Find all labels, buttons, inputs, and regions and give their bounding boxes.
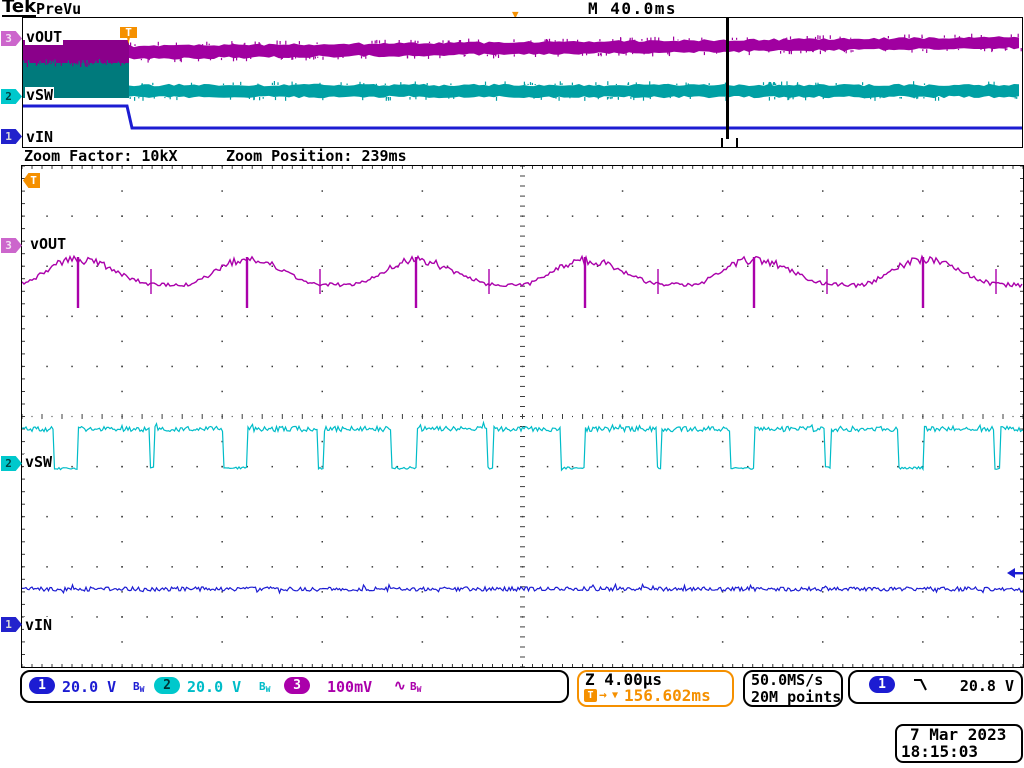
tek-logo: Tek <box>2 0 36 17</box>
ch1-badge[interactable]: 1 <box>29 677 55 694</box>
overview-window <box>22 17 1023 148</box>
ch2-bandwidth-icon: BW <box>259 680 270 694</box>
main-timebase-readout: M 40.0ms <box>560 0 705 18</box>
ch3-badge[interactable]: 3 <box>284 677 310 694</box>
overview-vout-label: vOUT <box>25 29 63 45</box>
zoom-ch3-marker[interactable]: 3 <box>1 238 22 253</box>
arrow-right-icon: → <box>599 688 607 703</box>
zoom-window <box>21 165 1024 668</box>
acquisition-mode: PreVu <box>36 0 81 18</box>
zoom-waveforms <box>22 166 1023 667</box>
zoom-factor-readout: Zoom Factor: 10kX <box>24 147 178 165</box>
oscilloscope-screen: Tek PreVu M 40.0ms ▼ 3 2 1 vOUT vSW vIN … <box>0 0 1024 768</box>
trigger-source-badge: 1 <box>869 676 895 693</box>
zoom-position-line[interactable] <box>726 18 729 139</box>
trigger-slope-falling-icon <box>911 677 931 693</box>
time-readout: 18:15:03 <box>901 744 978 760</box>
ch2-badge[interactable]: 2 <box>154 677 180 694</box>
zoom-ch2-marker[interactable]: 2 <box>1 456 22 471</box>
zoom-delay-readout: 156.602ms <box>624 688 711 704</box>
ch1-bandwidth-icon: BW <box>133 680 144 694</box>
overview-vin-label: vIN <box>25 129 54 145</box>
record-length-readout: 20M points <box>751 689 841 705</box>
triangle-down-icon: ▼ <box>612 690 618 701</box>
overview-vsw-label: vSW <box>25 87 54 103</box>
zoom-ch1-marker[interactable]: 1 <box>1 617 22 632</box>
ch1-scale-readout[interactable]: 20.0 V <box>62 679 116 695</box>
sample-rate-readout: 50.0MS/s <box>751 672 823 688</box>
ch3-bandwidth-icon: BW <box>410 680 421 694</box>
zoom-delay-trigger-icon: T <box>584 689 597 702</box>
date-readout: 7 Mar 2023 <box>910 727 1006 743</box>
ch3-scale-readout[interactable]: 100mV <box>327 679 372 695</box>
ch1-reference-arrow-icon[interactable] <box>1005 567 1023 579</box>
overview-ch3-marker[interactable]: 3 <box>1 31 22 46</box>
overview-ch1-marker[interactable]: 1 <box>1 129 22 144</box>
zoom-vin-label: vIN <box>24 617 53 633</box>
overview-waveforms <box>23 18 1022 147</box>
overview-ch2-marker[interactable]: 2 <box>1 89 22 104</box>
ch2-scale-readout[interactable]: 20.0 V <box>187 679 241 695</box>
trigger-level-readout: 20.8 V <box>938 678 1014 694</box>
zoom-position-readout: Zoom Position: 239ms <box>226 147 407 165</box>
zoom-position-bracket[interactable] <box>721 138 738 147</box>
zoom-vsw-label: vSW <box>24 454 53 470</box>
zoom-vout-label: vOUT <box>29 236 67 252</box>
ch3-ac-coupling-icon: ∿ <box>394 678 406 694</box>
